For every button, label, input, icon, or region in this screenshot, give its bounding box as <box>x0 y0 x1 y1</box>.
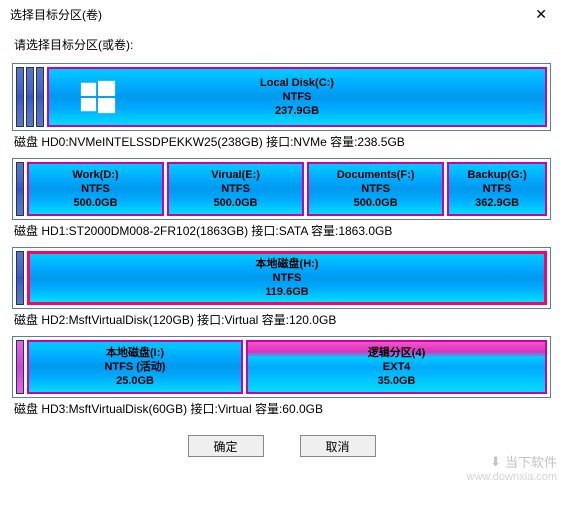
partition-size: 500.0GB <box>72 196 118 210</box>
partition-fs: NTFS <box>72 182 118 196</box>
partition-size: 500.0GB <box>211 196 260 210</box>
partition-i[interactable]: 本地磁盘(I:) NTFS (活动) 25.0GB <box>27 340 243 394</box>
partition-info: Local Disk(C:) NTFS 237.9GB <box>260 76 334 119</box>
partition-e[interactable]: Virual(E:) NTFS 500.0GB <box>167 162 304 216</box>
disk-row: 本地磁盘(H:) NTFS 119.6GB <box>12 247 551 309</box>
partition-fs: NTFS <box>467 182 526 196</box>
disk-row: Work(D:) NTFS 500.0GB Virual(E:) NTFS 50… <box>12 158 551 220</box>
partition-g[interactable]: Backup(G:) NTFS 362.9GB <box>447 162 547 216</box>
partition-info: 本地磁盘(H:) NTFS 119.6GB <box>256 257 319 300</box>
disk-label: 磁盘 HD2:MsftVirtualDisk(120GB) 接口:Virtual… <box>14 311 549 328</box>
watermark-url: www.downxia.com <box>467 471 557 483</box>
reserved-stripe <box>16 251 24 305</box>
partition-logical-4[interactable]: 逻辑分区(4) EXT4 35.0GB <box>246 340 547 394</box>
partition-size: 35.0GB <box>368 374 425 388</box>
partition-fs: NTFS <box>260 90 334 104</box>
partition-name: Work(D:) <box>72 168 118 182</box>
partition-fs: NTFS <box>211 182 260 196</box>
partition-name: 本地磁盘(H:) <box>256 257 319 271</box>
title-bar: 选择目标分区(卷) ✕ <box>0 0 563 28</box>
partition-name: Documents(F:) <box>337 168 415 182</box>
partition-h[interactable]: 本地磁盘(H:) NTFS 119.6GB <box>27 251 547 305</box>
partition-d[interactable]: Work(D:) NTFS 500.0GB <box>27 162 164 216</box>
partition-name: Local Disk(C:) <box>260 76 334 90</box>
disk-label: 磁盘 HD0:NVMeINTELSSDPEKKW25(238GB) 接口:NVM… <box>14 133 549 150</box>
instruction-label: 请选择目标分区(或卷): <box>0 28 563 59</box>
partition-size: 237.9GB <box>260 104 334 118</box>
partition-info: Backup(G:) NTFS 362.9GB <box>467 168 526 211</box>
windows-icon <box>79 78 117 116</box>
reserved-stripes <box>16 67 44 127</box>
partition-name: 逻辑分区(4) <box>368 346 425 360</box>
partition-info: Virual(E:) NTFS 500.0GB <box>211 168 260 211</box>
disk-label: 磁盘 HD3:MsftVirtualDisk(60GB) 接口:Virtual … <box>14 400 549 417</box>
disk-row: 本地磁盘(I:) NTFS (活动) 25.0GB 逻辑分区(4) EXT4 3… <box>12 336 551 398</box>
partition-size: 25.0GB <box>104 374 165 388</box>
partition-info: Documents(F:) NTFS 500.0GB <box>337 168 415 211</box>
partition-size: 119.6GB <box>256 285 319 299</box>
partition-size: 362.9GB <box>467 196 526 210</box>
window-title: 选择目标分区(卷) <box>10 6 529 23</box>
close-icon[interactable]: ✕ <box>529 4 553 25</box>
partition-c[interactable]: Local Disk(C:) NTFS 237.9GB <box>47 67 547 127</box>
reserved-stripe <box>16 162 24 216</box>
partition-name: 本地磁盘(I:) <box>104 346 165 360</box>
partition-f[interactable]: Documents(F:) NTFS 500.0GB <box>307 162 444 216</box>
disk-label: 磁盘 HD1:ST2000DM008-2FR102(1863GB) 接口:SAT… <box>14 222 549 239</box>
disk-row: Local Disk(C:) NTFS 237.9GB <box>12 63 551 131</box>
partition-info: 逻辑分区(4) EXT4 35.0GB <box>368 346 425 389</box>
partition-name: Virual(E:) <box>211 168 260 182</box>
partition-info: Work(D:) NTFS 500.0GB <box>72 168 118 211</box>
partition-fs: NTFS <box>256 271 319 285</box>
reserved-stripe <box>26 67 34 127</box>
partition-fs: EXT4 <box>368 360 425 374</box>
reserved-stripe <box>36 67 44 127</box>
partition-name: Backup(G:) <box>467 168 526 182</box>
reserved-stripe <box>16 67 24 127</box>
partition-size: 500.0GB <box>337 196 415 210</box>
ok-button[interactable]: 确定 <box>188 435 264 457</box>
partition-fs: NTFS (活动) <box>104 360 165 374</box>
button-bar: 确定 取消 <box>0 425 563 467</box>
cancel-button[interactable]: 取消 <box>300 435 376 457</box>
reserved-stripe <box>16 340 24 394</box>
partition-info: 本地磁盘(I:) NTFS (活动) 25.0GB <box>104 346 165 389</box>
partition-fs: NTFS <box>337 182 415 196</box>
